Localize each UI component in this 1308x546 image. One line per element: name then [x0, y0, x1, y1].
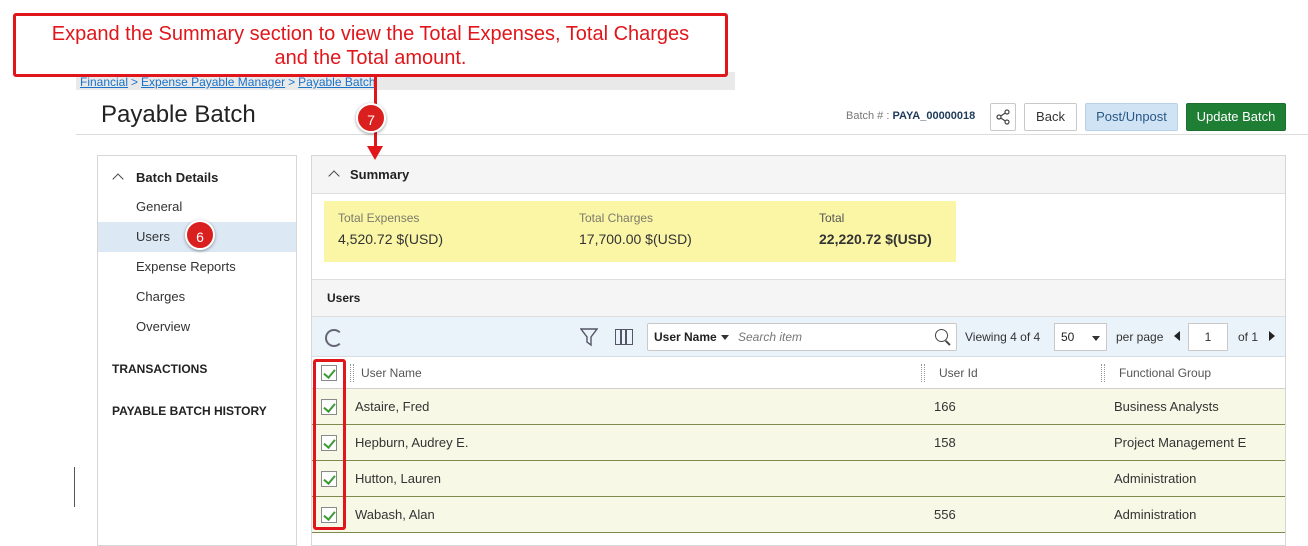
- edge-divider: [74, 467, 75, 507]
- column-header-user-name[interactable]: User Name: [361, 357, 422, 389]
- instruction-callout: Expand the Summary section to view the T…: [13, 13, 728, 77]
- callout-line-2: and the Total amount.: [274, 47, 467, 69]
- sidebar-item-transactions[interactable]: TRANSACTIONS: [112, 362, 207, 376]
- table-row[interactable]: Wabash, Alan 556 Administration: [312, 497, 1285, 533]
- caret-down-icon: [720, 335, 729, 341]
- batch-details-section[interactable]: Batch Details: [112, 170, 218, 185]
- batch-details-label: Batch Details: [136, 170, 219, 185]
- total-amount: Total 22,220.72 $(USD): [819, 211, 932, 247]
- search-input[interactable]: [738, 327, 928, 347]
- sidebar-item-charges[interactable]: Charges: [98, 282, 296, 312]
- batch-number-value: PAYA_00000018: [892, 110, 976, 122]
- checkbox-column-highlight: [313, 359, 346, 530]
- step-badge-6: 6: [185, 220, 215, 250]
- left-nav: Batch Details General Users Expense Repo…: [97, 155, 297, 546]
- sidebar-item-payable-batch-history[interactable]: PAYABLE BATCH HISTORY: [112, 404, 267, 418]
- column-header-user-id[interactable]: User Id: [939, 357, 978, 389]
- cell-user-name: Wabash, Alan: [355, 507, 435, 522]
- column-grip-icon[interactable]: [921, 364, 925, 382]
- chevron-up-icon: [328, 170, 340, 182]
- caret-down-icon: [1092, 336, 1100, 341]
- users-toolbar: User Name Viewing 4 of 4 50 per page 1 o…: [312, 317, 1285, 357]
- columns-icon[interactable]: [615, 329, 633, 345]
- cell-user-id: 166: [934, 399, 956, 414]
- post-unpost-button[interactable]: Post/Unpost: [1085, 103, 1178, 131]
- search-icon[interactable]: [935, 329, 948, 342]
- summary-totals-box: Total Expenses 4,520.72 $(USD) Total Cha…: [324, 201, 956, 262]
- total-expenses-label: Total Expenses: [338, 211, 420, 225]
- chevron-up-icon: [112, 173, 124, 185]
- cell-functional-group: Project Management E: [1114, 435, 1247, 450]
- cell-user-id: 556: [934, 507, 956, 522]
- total-value: 22,220.72 $(USD): [819, 231, 932, 247]
- cell-user-name: Hepburn, Audrey E.: [355, 435, 469, 450]
- share-button[interactable]: [990, 103, 1016, 131]
- page-title: Payable Batch: [101, 101, 256, 128]
- table-row[interactable]: Hutton, Lauren Administration: [312, 461, 1285, 497]
- previous-page-icon[interactable]: [1174, 331, 1180, 341]
- per-page-label: per page: [1116, 330, 1164, 344]
- table-row[interactable]: Hepburn, Audrey E. 158 Project Managemen…: [312, 425, 1285, 461]
- cell-user-name: Astaire, Fred: [355, 399, 430, 414]
- total-expenses: Total Expenses 4,520.72 $(USD): [338, 211, 443, 247]
- header-divider: [76, 134, 1308, 135]
- summary-section-header[interactable]: Summary: [312, 156, 1285, 194]
- search-field-select[interactable]: User Name: [654, 330, 729, 344]
- cell-functional-group: Administration: [1114, 471, 1197, 486]
- total-charges-label: Total Charges: [579, 211, 654, 225]
- summary-title: Summary: [350, 167, 410, 182]
- breadcrumb-payable-batch[interactable]: Payable Batch: [298, 75, 375, 89]
- total-charges-value: 17,700.00 $(USD): [579, 231, 692, 247]
- cell-functional-group: Administration: [1114, 507, 1197, 522]
- main-panel: Summary Total Expenses 4,520.72 $(USD) T…: [311, 155, 1286, 546]
- viewing-count-value: 4 of 4: [1010, 330, 1041, 344]
- callout-line-1: Expand the Summary section to view the T…: [51, 23, 690, 45]
- page-of-label: of 1: [1238, 330, 1259, 344]
- breadcrumb-financial[interactable]: Financial: [80, 75, 128, 89]
- back-button[interactable]: Back: [1024, 103, 1077, 131]
- step-badge-7: 7: [356, 103, 386, 133]
- batch-number-label: Batch # : PAYA_00000018: [846, 110, 976, 122]
- cell-user-id: 158: [934, 435, 956, 450]
- refresh-icon[interactable]: [325, 329, 343, 347]
- users-grid-header: User Name User Id Functional Group: [312, 357, 1285, 389]
- sidebar-item-general[interactable]: General: [98, 192, 296, 222]
- breadcrumb-expense-payable-manager[interactable]: Expense Payable Manager: [141, 75, 285, 89]
- table-row[interactable]: Astaire, Fred 166 Business Analysts: [312, 389, 1285, 425]
- total-label: Total: [819, 211, 845, 225]
- cell-functional-group: Business Analysts: [1114, 399, 1219, 414]
- column-grip-icon[interactable]: [1101, 364, 1105, 382]
- total-charges: Total Charges 17,700.00 $(USD): [579, 211, 692, 247]
- viewing-count: Viewing 4 of 4: [965, 330, 1041, 344]
- sidebar-item-overview[interactable]: Overview: [98, 312, 296, 342]
- next-page-icon[interactable]: [1269, 331, 1275, 341]
- sidebar-item-expense-reports[interactable]: Expense Reports: [98, 252, 296, 282]
- column-header-functional-group[interactable]: Functional Group: [1119, 357, 1211, 389]
- share-icon: [996, 109, 1010, 125]
- per-page-select[interactable]: 50: [1054, 323, 1107, 351]
- total-expenses-value: 4,520.72 $(USD): [338, 231, 444, 247]
- filter-icon[interactable]: [580, 327, 598, 347]
- column-grip-icon[interactable]: [350, 364, 354, 382]
- callout-arrow-head: [367, 146, 383, 160]
- update-batch-button[interactable]: Update Batch: [1186, 103, 1286, 131]
- page-number-input[interactable]: 1: [1188, 323, 1228, 351]
- search-box: User Name: [647, 323, 957, 351]
- cell-user-name: Hutton, Lauren: [355, 471, 442, 486]
- users-section-header: Users: [312, 279, 1285, 317]
